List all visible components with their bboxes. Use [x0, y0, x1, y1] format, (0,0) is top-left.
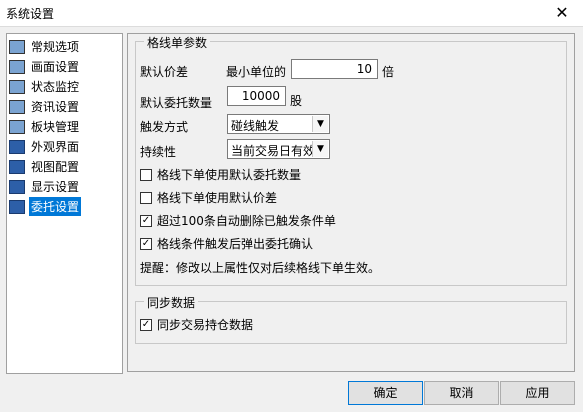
ok-button[interactable]: 确定 — [348, 381, 423, 405]
monitor-icon — [9, 139, 25, 154]
sidebar-item-label: 画面设置 — [31, 60, 80, 74]
trigger-mode-value: 碰线触发 — [231, 119, 280, 133]
option-checkbox-label: 格线下单使用默认价差 — [157, 191, 278, 205]
option-checkbox[interactable]: ✓ 格线条件触发后弹出委托确认 — [140, 235, 313, 252]
sidebar-item[interactable]: 显示设置 — [9, 177, 81, 196]
sector-management-icon — [9, 119, 25, 134]
sidebar-item-label: 视图配置 — [31, 160, 80, 174]
min-unit-label: 最小单位的 — [226, 65, 287, 79]
sidebar-item-label: 外观界面 — [31, 140, 80, 154]
sidebar-item[interactable]: 画面设置 — [9, 57, 81, 76]
sidebar-item-label: 显示设置 — [31, 180, 80, 194]
monitor-icon — [9, 159, 25, 174]
sidebar-item-label: 板块管理 — [31, 120, 80, 134]
duration-label: 持续性 — [140, 145, 177, 159]
checkbox-box[interactable]: ✓ — [140, 237, 152, 250]
checkbox-box[interactable]: ✓ — [140, 318, 152, 331]
checkbox-box[interactable] — [140, 168, 152, 181]
chevron-down-icon[interactable]: ▼ — [312, 141, 328, 157]
note-text: 提醒：修改以上属性仅对后续格线下单生效。 — [140, 261, 381, 275]
option-checkbox[interactable]: 格线下单使用默认委托数量 — [140, 166, 301, 183]
sidebar-item-label: 状态监控 — [31, 80, 80, 94]
grid-params-legend: 格线单参数 — [144, 34, 211, 51]
status-monitor-icon — [9, 79, 25, 94]
settings-panel: 格线单参数 默认价差 最小单位的 10 倍 默认委托数量 10000 股 触发方… — [127, 33, 575, 372]
settings-nav-list: 常规选项画面设置状态监控资讯设置板块管理外观界面视图配置显示设置委托设置 — [6, 33, 123, 374]
sidebar-item-label: 资讯设置 — [31, 100, 80, 114]
monitor-icon — [9, 199, 25, 214]
option-checkbox[interactable]: ✓ 超过100条自动删除已触发条件单 — [140, 212, 336, 229]
chevron-down-icon[interactable]: ▼ — [312, 116, 328, 132]
sidebar-item[interactable]: 外观界面 — [9, 137, 81, 156]
default-price-diff-label: 默认价差 — [140, 65, 189, 79]
option-checkbox-label: 超过100条自动删除已触发条件单 — [157, 214, 336, 228]
window-title: 系统设置 — [6, 7, 55, 21]
trigger-mode-label: 触发方式 — [140, 120, 189, 134]
sidebar-item[interactable]: 视图配置 — [9, 157, 81, 176]
sidebar-item[interactable]: 常规选项 — [9, 37, 81, 56]
sync-positions-label: 同步交易持仓数据 — [157, 318, 254, 332]
option-checkbox-label: 格线下单使用默认委托数量 — [157, 168, 302, 182]
option-checkbox[interactable]: 格线下单使用默认价差 — [140, 189, 277, 206]
general-options-icon — [9, 39, 25, 54]
default-qty-label: 默认委托数量 — [140, 96, 213, 110]
checkbox-box[interactable] — [140, 191, 152, 204]
title-bar: 系统设置 ✕ — [0, 0, 583, 27]
sidebar-item[interactable]: 板块管理 — [9, 117, 81, 136]
qty-unit-label: 股 — [290, 94, 303, 108]
trigger-mode-select[interactable]: 碰线触发 ▼ — [227, 114, 330, 134]
default-qty-input[interactable]: 10000 — [227, 86, 286, 106]
sync-positions-checkbox[interactable]: ✓ 同步交易持仓数据 — [140, 316, 253, 333]
monitor-icon — [9, 179, 25, 194]
duration-value: 当前交易日有效 — [231, 144, 316, 158]
apply-button[interactable]: 应用 — [500, 381, 575, 405]
checkbox-box[interactable]: ✓ — [140, 214, 152, 227]
sidebar-item[interactable]: 委托设置 — [9, 197, 82, 216]
sidebar-item-label: 委托设置 — [29, 197, 82, 216]
sidebar-item[interactable]: 状态监控 — [9, 77, 81, 96]
sidebar-item-label: 常规选项 — [31, 40, 80, 54]
close-icon[interactable]: ✕ — [551, 2, 573, 24]
sidebar-item[interactable]: 资讯设置 — [9, 97, 81, 116]
sync-data-legend: 同步数据 — [144, 294, 199, 311]
cancel-button[interactable]: 取消 — [424, 381, 499, 405]
times-label: 倍 — [382, 65, 395, 79]
news-settings-icon — [9, 99, 25, 114]
option-checkbox-label: 格线条件触发后弹出委托确认 — [157, 237, 314, 251]
display-settings-icon — [9, 59, 25, 74]
duration-select[interactable]: 当前交易日有效 ▼ — [227, 139, 330, 159]
min-unit-input[interactable]: 10 — [291, 59, 378, 79]
